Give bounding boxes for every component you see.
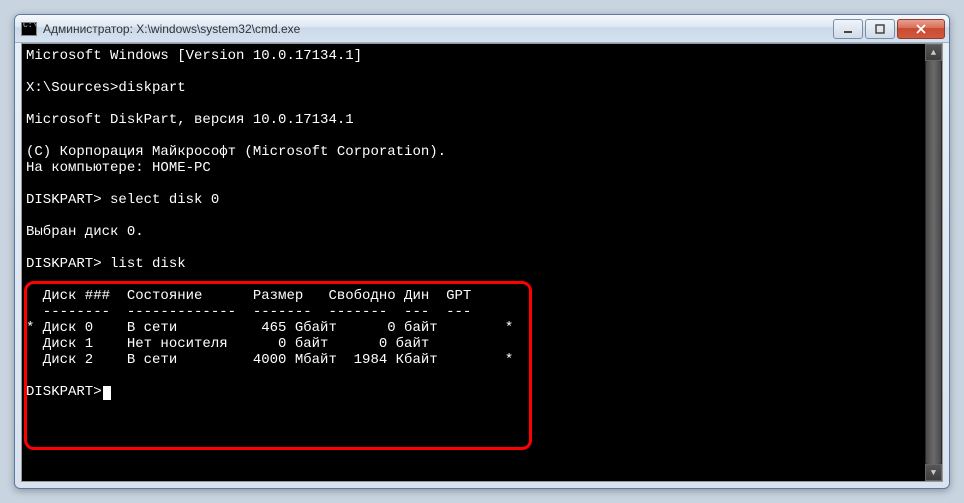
terminal-line: X:\Sources>diskpart: [26, 80, 186, 96]
terminal-line: На компьютере: HOME-PC: [26, 160, 211, 176]
scroll-up-button[interactable]: ▲: [925, 44, 942, 61]
titlebar[interactable]: C:\. Администратор: X:\windows\system32\…: [15, 15, 949, 43]
cmd-icon: C:\.: [21, 22, 37, 36]
terminal-line: -------- ------------- ------- ------- -…: [26, 304, 471, 320]
terminal-line: Выбран диск 0.: [26, 224, 144, 240]
terminal-line: (C) Корпорация Майкрософт (Microsoft Cor…: [26, 144, 446, 160]
terminal-output[interactable]: Microsoft Windows [Version 10.0.17134.1]…: [21, 43, 943, 482]
cmd-window: C:\. Администратор: X:\windows\system32\…: [14, 14, 950, 489]
window-controls: [833, 19, 945, 39]
terminal-line: Microsoft Windows [Version 10.0.17134.1]: [26, 48, 362, 64]
close-button[interactable]: [897, 19, 945, 39]
terminal-line: Диск 1 Нет носителя 0 байт 0 байт: [26, 336, 429, 352]
terminal-line: Microsoft DiskPart, версия 10.0.17134.1: [26, 112, 354, 128]
maximize-button[interactable]: [865, 19, 895, 39]
cursor: [103, 386, 111, 400]
scroll-thumb[interactable]: [926, 61, 941, 464]
minimize-button[interactable]: [833, 19, 863, 39]
scrollbar[interactable]: ▲ ▼: [925, 44, 942, 481]
terminal-line: DISKPART> list disk: [26, 256, 186, 272]
terminal-prompt: DISKPART>: [26, 384, 102, 400]
terminal-line: * Диск 0 В сети 465 Gбайт 0 байт *: [26, 320, 513, 336]
scroll-down-button[interactable]: ▼: [925, 464, 942, 481]
window-title: Администратор: X:\windows\system32\cmd.e…: [43, 22, 833, 36]
terminal-line: Диск 2 В сети 4000 Мбайт 1984 Кбайт *: [26, 352, 513, 368]
terminal-line: DISKPART> select disk 0: [26, 192, 219, 208]
scroll-track[interactable]: [925, 61, 942, 464]
terminal-line: Диск ### Состояние Размер Свободно Дин G…: [26, 288, 471, 304]
